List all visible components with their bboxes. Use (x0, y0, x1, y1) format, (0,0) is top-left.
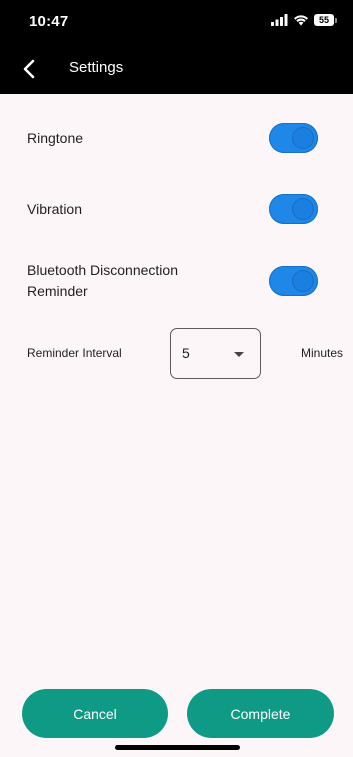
home-indicator (115, 745, 240, 750)
wifi-icon (294, 15, 308, 26)
chevron-left-icon (23, 59, 35, 79)
bluetooth-reminder-toggle[interactable] (269, 266, 318, 296)
reminder-interval-select[interactable]: 5 (170, 328, 261, 379)
back-button[interactable] (14, 54, 44, 84)
status-icons: 55 (271, 14, 337, 26)
cancel-button[interactable]: Cancel (22, 689, 168, 738)
toggle-thumb (292, 270, 314, 292)
reminder-interval-value: 5 (182, 345, 190, 361)
vibration-toggle[interactable] (269, 194, 318, 224)
status-bar: 10:47 55 (0, 0, 353, 44)
status-time: 10:47 (29, 13, 69, 30)
setting-row-bluetooth-reminder: Bluetooth Disconnection Reminder (27, 260, 237, 304)
signal-bars-icon (271, 14, 288, 26)
toggle-thumb (292, 198, 314, 220)
setting-label-vibration: Vibration (27, 201, 83, 217)
setting-label-ringtone: Ringtone (27, 130, 84, 146)
settings-screen: 10:47 55 Settings Ringtone Vibration Blu… (0, 0, 353, 757)
reminder-interval-label: Reminder Interval (27, 346, 122, 360)
page-title: Settings (69, 59, 124, 76)
reminder-interval-unit: Minutes (301, 346, 344, 360)
complete-button[interactable]: Complete (187, 689, 334, 738)
battery-tip (335, 17, 337, 23)
ringtone-toggle[interactable] (269, 123, 318, 153)
battery-indicator: 55 (314, 14, 337, 26)
toggle-thumb (292, 127, 314, 149)
app-bar: Settings (0, 44, 353, 94)
top-bar: 10:47 55 Settings (0, 0, 353, 94)
battery-level: 55 (314, 14, 334, 26)
caret-down-icon (234, 352, 244, 357)
setting-label-bluetooth-reminder: Bluetooth Disconnection Reminder (27, 262, 178, 299)
